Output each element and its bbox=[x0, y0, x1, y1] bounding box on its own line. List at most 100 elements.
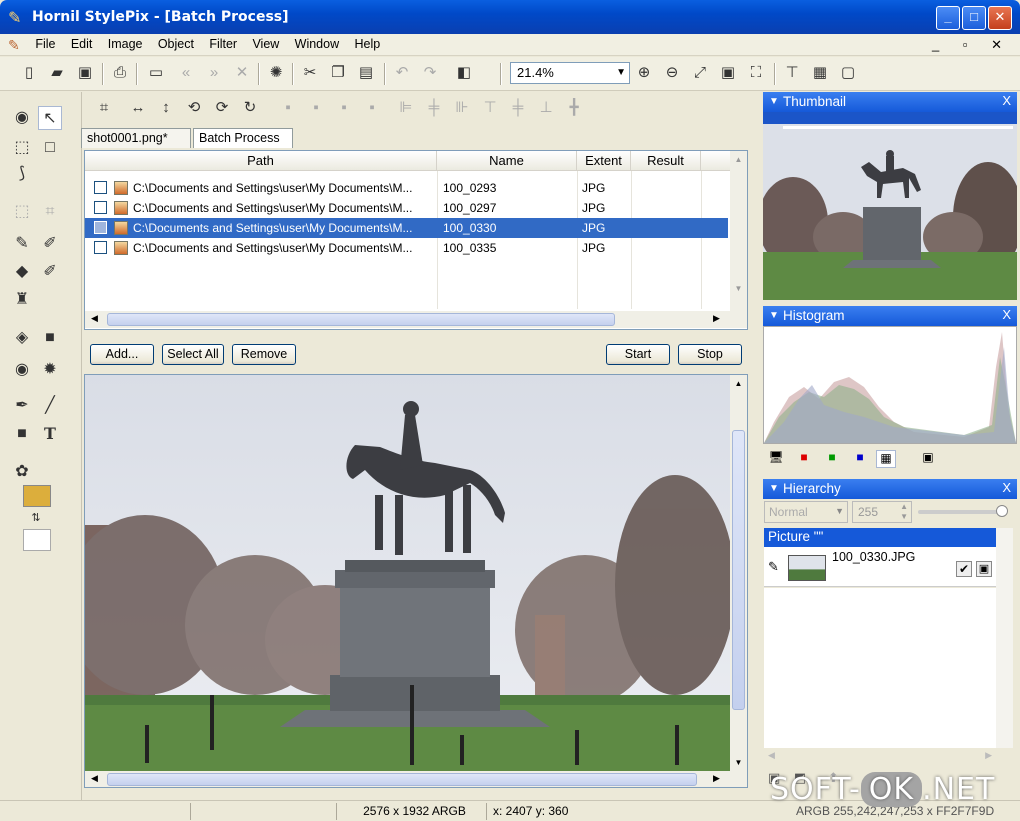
anchor-icon[interactable]: ⌗ bbox=[92, 97, 116, 121]
row-checkbox[interactable] bbox=[94, 181, 107, 194]
align-center-icon[interactable]: ╪ bbox=[422, 97, 446, 121]
mdi-controls[interactable]: _ ▫ ✕ bbox=[932, 37, 1012, 53]
align-left-icon[interactable]: ⊫ bbox=[394, 97, 418, 121]
close-button[interactable]: ✕ bbox=[988, 6, 1012, 30]
edit-pencil-icon[interactable]: ✎ bbox=[768, 559, 779, 575]
zoom-select[interactable]: 21.4% ▼ bbox=[510, 62, 630, 84]
add-button[interactable]: Add... bbox=[90, 344, 154, 365]
tab-batch-process[interactable]: Batch Process bbox=[193, 128, 293, 148]
menu-object[interactable]: Object bbox=[152, 34, 200, 54]
table-row[interactable]: C:\Documents and Settings\user\My Docume… bbox=[85, 178, 728, 198]
flip-horizontal-icon[interactable]: ↔ bbox=[126, 97, 150, 121]
thumbnail-view[interactable] bbox=[758, 112, 1020, 300]
column-name[interactable]: Name bbox=[437, 151, 577, 171]
new-icon[interactable]: ▯ bbox=[17, 62, 41, 86]
row-checkbox[interactable] bbox=[94, 241, 107, 254]
prev-icon[interactable]: « bbox=[174, 62, 198, 86]
menu-window[interactable]: Window bbox=[289, 34, 345, 54]
thumbnail-close-icon[interactable]: X bbox=[1002, 93, 1011, 108]
hierarchy-hscroll[interactable]: ◀ ▶ bbox=[764, 750, 996, 764]
collapse-triangle-icon[interactable]: ▼ bbox=[769, 483, 779, 494]
eye-icon[interactable]: ◉ bbox=[10, 106, 34, 130]
list-vertical-scrollbar[interactable]: ▲ ▼ bbox=[730, 151, 747, 311]
brush-icon[interactable]: ✎ bbox=[10, 232, 34, 256]
minimize-button[interactable]: _ bbox=[936, 6, 960, 30]
paste-icon[interactable]: ▤ bbox=[354, 62, 378, 86]
cut-icon[interactable]: ✂ bbox=[298, 62, 322, 86]
marquee-icon[interactable]: ⬚ bbox=[10, 136, 34, 160]
histogram-rgb-icon[interactable]: 🖥 bbox=[766, 450, 786, 468]
distribute-icon[interactable]: ╋ bbox=[562, 97, 586, 121]
flip-vertical-icon[interactable]: ↕ bbox=[154, 97, 178, 121]
send-back-icon[interactable]: ▪ bbox=[360, 97, 384, 121]
spin-arrows-icon[interactable]: ▲ ▼ bbox=[900, 502, 908, 522]
clone-stamp-icon[interactable]: ♜ bbox=[10, 288, 34, 312]
redo-icon[interactable]: ↷ bbox=[418, 62, 442, 86]
brightness-icon[interactable]: ✹ bbox=[38, 358, 62, 382]
fill-bucket-icon[interactable]: ◈ bbox=[10, 326, 34, 350]
settings-gear-icon[interactable]: ✺ bbox=[264, 62, 288, 86]
send-backward-icon[interactable]: ▪ bbox=[332, 97, 356, 121]
red-eye-icon[interactable]: ◉ bbox=[10, 358, 34, 382]
ruler-icon[interactable]: ⊤ bbox=[780, 62, 804, 86]
row-checkbox[interactable] bbox=[94, 221, 107, 234]
line-icon[interactable]: ╱ bbox=[38, 394, 62, 418]
shape-icon[interactable]: ■ bbox=[10, 422, 34, 446]
stop-button[interactable]: Stop bbox=[678, 344, 742, 365]
zoom-in-icon[interactable]: ⊕ bbox=[632, 62, 656, 86]
layer-row[interactable]: ✎ 100_0330.JPG ✔ ▣ bbox=[764, 547, 996, 587]
picture-group-row[interactable]: Picture "" bbox=[764, 528, 996, 547]
menu-edit[interactable]: Edit bbox=[65, 34, 99, 54]
rotate-180-icon[interactable]: ↻ bbox=[238, 97, 262, 121]
hierarchy-scrollbar[interactable] bbox=[996, 528, 1013, 748]
bring-front-icon[interactable]: ▪ bbox=[276, 97, 300, 121]
image-vertical-scrollbar[interactable]: ▲ ▼ bbox=[730, 375, 747, 771]
select-all-button[interactable]: Select All bbox=[162, 344, 224, 365]
histogram-close-icon[interactable]: X bbox=[1002, 307, 1011, 322]
column-extent[interactable]: Extent bbox=[577, 151, 631, 171]
foreground-color-swatch[interactable] bbox=[23, 485, 51, 507]
rect-select-icon[interactable]: □ bbox=[38, 136, 62, 160]
menu-view[interactable]: View bbox=[246, 34, 285, 54]
pencil-icon[interactable]: ✐ bbox=[38, 232, 62, 256]
swap-colors-icon[interactable]: ⇅ bbox=[24, 506, 48, 530]
collapse-triangle-icon[interactable]: ▼ bbox=[769, 310, 779, 321]
bring-forward-icon[interactable]: ▪ bbox=[304, 97, 328, 121]
save-icon[interactable]: ▣ bbox=[73, 62, 97, 86]
lock-icon[interactable]: ▣ bbox=[976, 561, 992, 577]
color-wheel-icon[interactable]: ✿ bbox=[10, 460, 34, 484]
rotate-left-icon[interactable]: ⟲ bbox=[182, 97, 206, 121]
hierarchy-panel-header[interactable]: ▼ Hierarchy X bbox=[763, 479, 1017, 499]
menu-help[interactable]: Help bbox=[348, 34, 386, 54]
panel-toggle-icon[interactable]: ◧ bbox=[452, 62, 476, 86]
row-checkbox[interactable] bbox=[94, 201, 107, 214]
undo-icon[interactable]: ↶ bbox=[390, 62, 414, 86]
actual-size-icon[interactable]: ▣ bbox=[716, 62, 740, 86]
menu-file[interactable]: File bbox=[29, 34, 61, 54]
menu-image[interactable]: Image bbox=[102, 34, 149, 54]
grid-icon[interactable]: ▦ bbox=[808, 62, 832, 86]
histogram-overlay-icon[interactable]: ▦ bbox=[876, 450, 896, 468]
rotate-right-icon[interactable]: ⟳ bbox=[210, 97, 234, 121]
pointer-icon[interactable]: ↖ bbox=[38, 106, 62, 130]
smudge-icon[interactable]: ✐ bbox=[38, 260, 62, 284]
histogram-panel-header[interactable]: ▼ Histogram X bbox=[763, 306, 1017, 326]
gradient-icon[interactable]: ■ bbox=[38, 326, 62, 350]
blend-mode-select[interactable]: Normal ▼ bbox=[764, 501, 848, 523]
list-scroll-thumb[interactable] bbox=[107, 313, 615, 326]
image-horizontal-scrollbar[interactable]: ◀ ▶ bbox=[85, 771, 747, 787]
background-color-swatch[interactable] bbox=[23, 529, 51, 551]
visible-check-icon[interactable]: ✔ bbox=[956, 561, 972, 577]
crop-icon[interactable]: ⌗ bbox=[38, 200, 62, 224]
print-icon[interactable]: ⎙ bbox=[108, 62, 132, 86]
table-row[interactable]: C:\Documents and Settings\user\My Docume… bbox=[85, 218, 728, 238]
image-vscroll-thumb[interactable] bbox=[732, 430, 745, 710]
align-bottom-icon[interactable]: ⊥ bbox=[534, 97, 558, 121]
eraser-icon[interactable]: ◆ bbox=[10, 260, 34, 284]
menu-filter[interactable]: Filter bbox=[203, 34, 243, 54]
start-button[interactable]: Start bbox=[606, 344, 670, 365]
opacity-input[interactable]: 255 ▲ ▼ bbox=[852, 501, 912, 523]
text-tool-icon[interactable]: T bbox=[38, 422, 62, 446]
hierarchy-close-icon[interactable]: X bbox=[1002, 480, 1011, 495]
table-row[interactable]: C:\Documents and Settings\user\My Docume… bbox=[85, 238, 728, 258]
